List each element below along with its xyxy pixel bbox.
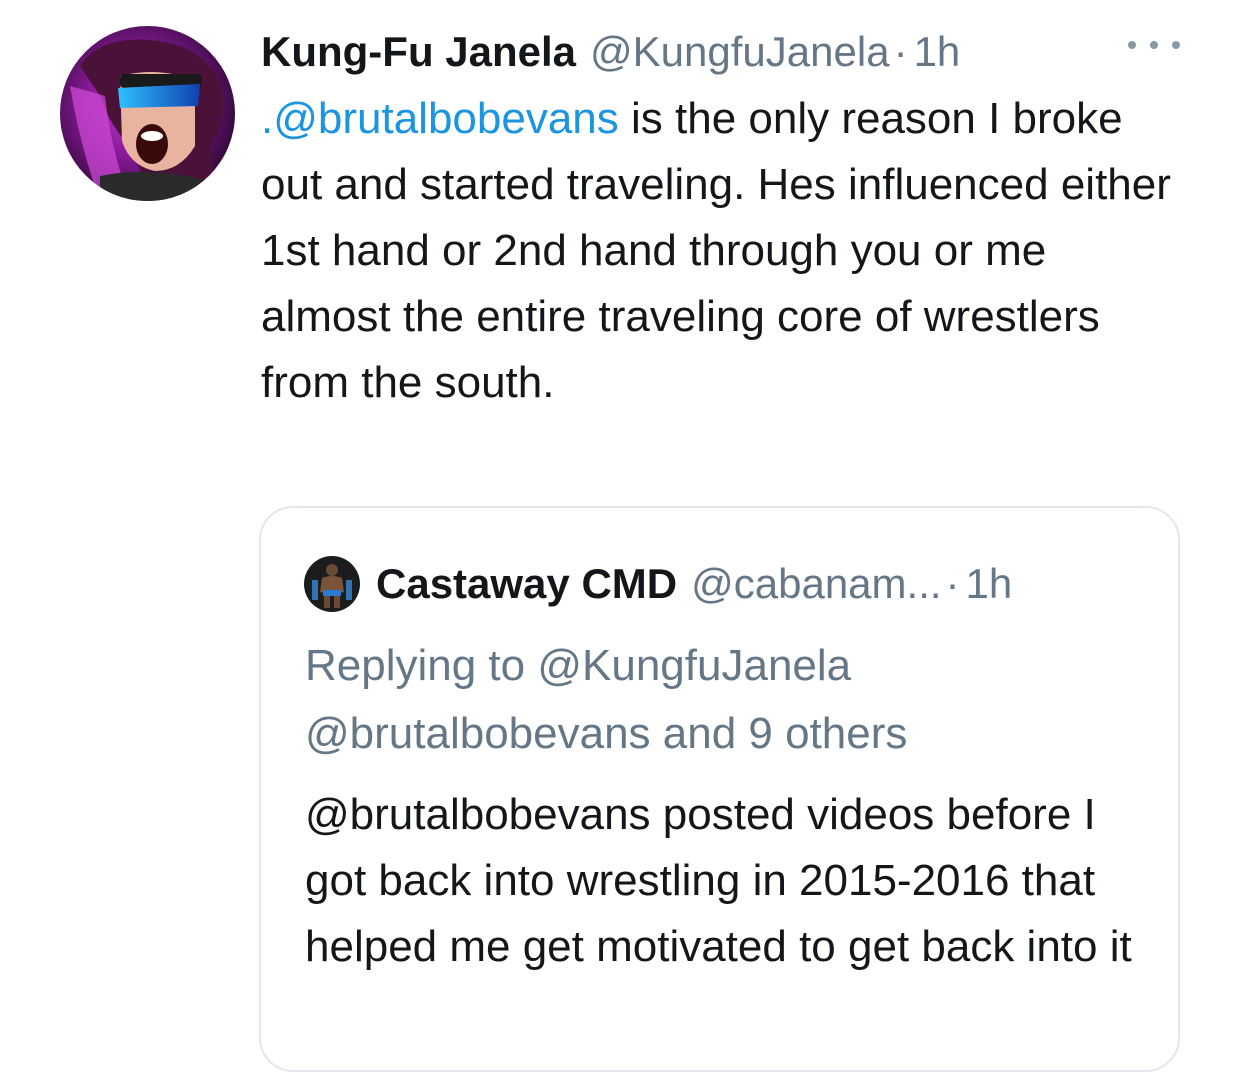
more-dot bbox=[1128, 41, 1136, 49]
quoted-tweet-timestamp[interactable]: 1h bbox=[966, 560, 1013, 608]
replying-to[interactable]: Replying to @KungfuJanela @brutalbobevan… bbox=[305, 632, 1165, 768]
author-avatar[interactable] bbox=[60, 26, 235, 201]
more-options-icon[interactable] bbox=[1128, 30, 1180, 60]
author-handle[interactable]: @KungfuJanela bbox=[590, 28, 890, 76]
replying-to-others: @brutalbobevans and 9 others bbox=[305, 709, 908, 758]
quoted-author-handle[interactable]: @cabanam... bbox=[691, 560, 941, 608]
replying-to-line: Replying to @KungfuJanela bbox=[305, 641, 852, 690]
author-name[interactable]: Kung-Fu Janela bbox=[261, 28, 576, 76]
quoted-author-name[interactable]: Castaway CMD bbox=[376, 560, 677, 608]
tweet[interactable]: Kung-Fu Janela @KungfuJanela · 1h .@brut… bbox=[0, 0, 1242, 1074]
tweet-body: .@brutalbobevans is the only reason I br… bbox=[261, 86, 1181, 416]
separator-dot: · bbox=[893, 28, 908, 75]
separator-dot: · bbox=[945, 560, 960, 607]
quoted-tweet-body: @brutalbobevans posted videos before I g… bbox=[305, 790, 1132, 971]
tweet-header: Kung-Fu Janela @KungfuJanela · 1h bbox=[261, 24, 960, 80]
mention-link[interactable]: .@brutalbobevans bbox=[261, 94, 619, 143]
quoted-tweet-header: Castaway CMD @cabanam... · 1h bbox=[304, 556, 1012, 612]
quoted-author-avatar[interactable] bbox=[304, 556, 360, 612]
tweet-timestamp[interactable]: 1h bbox=[914, 28, 961, 76]
more-dot bbox=[1172, 41, 1180, 49]
quoted-tweet[interactable]: Castaway CMD @cabanam... · 1h Replying t… bbox=[259, 506, 1180, 1072]
more-dot bbox=[1150, 41, 1158, 49]
